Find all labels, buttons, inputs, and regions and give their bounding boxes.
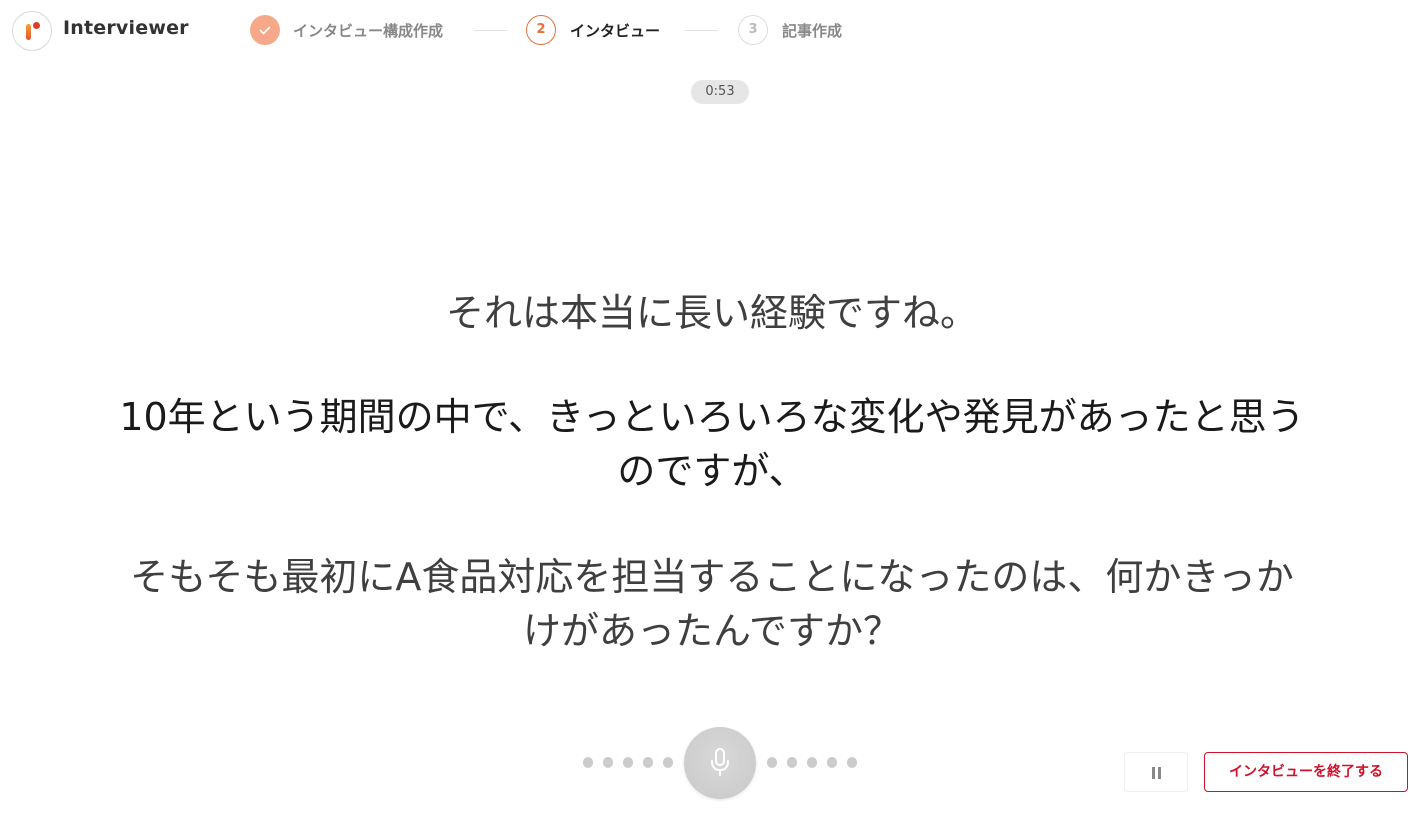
pause-button[interactable] [1124,752,1188,792]
audio-level-dot [663,757,673,768]
audio-level-dot [787,757,797,768]
step-2-number: 2 [526,15,556,45]
question-paragraph-3: そもそも最初にA食品対応を担当することになったのは、何かきっかけがあったんですか… [130,555,1294,653]
step-3-label: 記事作成 [782,22,843,40]
step-3-number: 3 [738,15,768,45]
audio-level-dot [827,757,837,768]
end-interview-button[interactable]: インタビューを終了する [1204,752,1408,792]
audio-level-dot [643,757,653,768]
elapsed-timer: 0:53 [691,80,749,104]
audio-level-dot [767,757,777,768]
step-1-label: インタビュー構成作成 [293,22,444,40]
microphone-icon [711,748,729,776]
audio-level-dot [583,757,593,768]
audio-level-dot [847,757,857,768]
app-logo[interactable] [12,11,52,51]
question-paragraph-1: それは本当に長い経験ですね。 [445,291,978,335]
step-connector-1 [474,30,507,31]
pause-icon-bar [1158,767,1161,779]
logo-bar-shape [26,24,31,40]
step-connector-2 [685,30,718,31]
pause-icon-bar [1152,767,1155,779]
audio-level-dot [807,757,817,768]
mic-button[interactable] [684,727,756,799]
logo-dot-shape [33,22,40,29]
audio-level-dot [623,757,633,768]
audio-level-dot [603,757,613,768]
app-name: Interviewer [63,17,189,39]
question-paragraph-2: 10年という期間の中で、きっといろいろな変化や発見があったと思うのですが、 [119,395,1305,493]
top-bar: Interviewer インタビュー構成作成 2 インタビュー 3 記事作成 [0,0,1424,64]
step-1-check-icon [250,15,280,45]
step-2-label: インタビュー [570,22,661,40]
